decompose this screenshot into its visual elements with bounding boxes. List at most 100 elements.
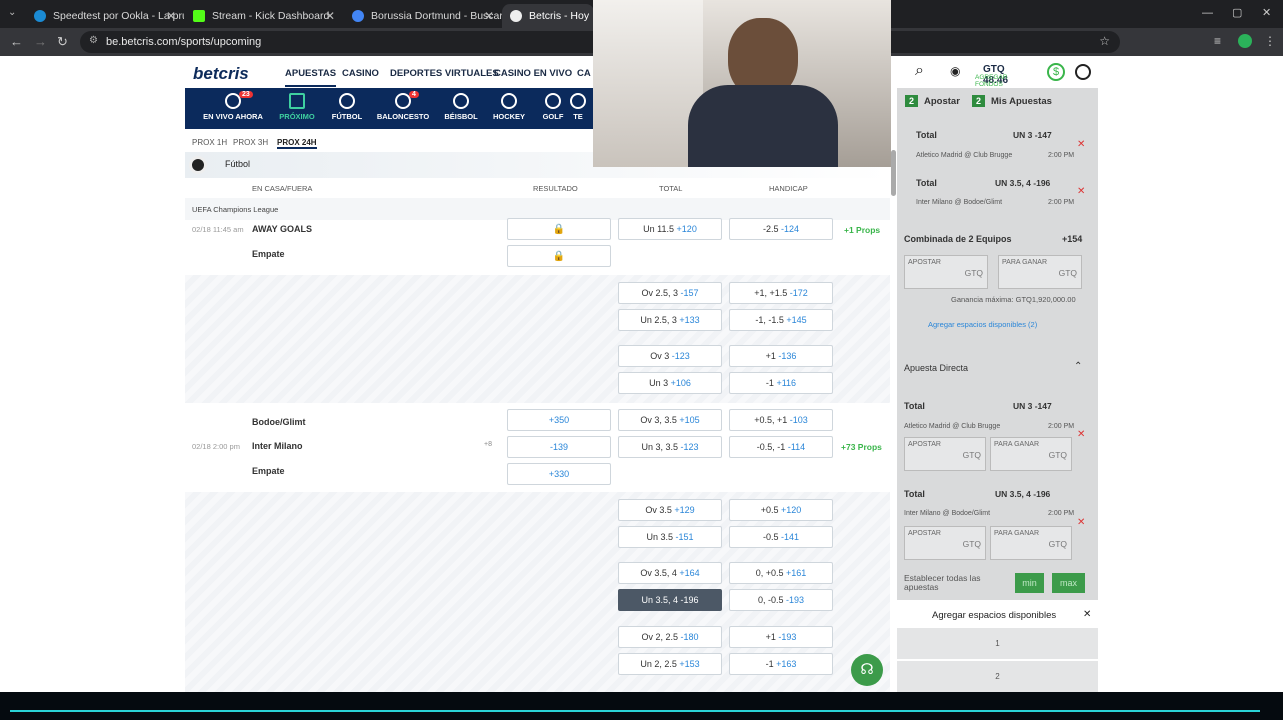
- stake-label: APOSTAR: [908, 530, 941, 537]
- account-icon[interactable]: [1075, 64, 1091, 80]
- leg-selection-dropdown[interactable]: UN 3.5, 4 -196: [995, 178, 1050, 188]
- close-window-icon[interactable]: ✕: [1262, 6, 1271, 19]
- close-tab-icon[interactable]: ✕: [325, 9, 335, 23]
- browser-tab-google[interactable]: Borussia Dortmund - Buscar co ✕: [344, 4, 502, 28]
- total-odds-button[interactable]: Ov 3, 3.5 +105: [618, 409, 722, 431]
- betcris-logo[interactable]: betcris: [193, 64, 249, 84]
- locked-odds-button[interactable]: 🔒: [507, 245, 611, 267]
- more-markets-count[interactable]: +8: [484, 441, 492, 448]
- stake-input[interactable]: APOSTAR GTQ: [904, 255, 988, 289]
- to-win-input[interactable]: PARA GANAR GTQ: [998, 255, 1082, 289]
- total-odds-button[interactable]: Ov 3 -123: [618, 345, 722, 367]
- browser-tab-speedtest[interactable]: Speedtest por Ookla - La prueb ✕: [26, 4, 184, 28]
- total-odds-button[interactable]: Un 3 +106: [618, 372, 722, 394]
- extensions-icon[interactable]: ≡: [1214, 34, 1221, 48]
- handicap-odds-button[interactable]: -1 +116: [729, 372, 833, 394]
- browser-tab-kick[interactable]: Stream - Kick Dashboard ✕: [185, 4, 343, 28]
- tab-mis-apuestas[interactable]: 2 Mis Apuestas: [972, 95, 1052, 107]
- tab-search-icon[interactable]: ⌄: [8, 7, 16, 18]
- forward-icon[interactable]: →: [34, 34, 47, 49]
- handicap-odds-button[interactable]: -0.5 -141: [729, 526, 833, 548]
- site-info-icon[interactable]: ⚙: [89, 35, 98, 46]
- handicap-odds-button[interactable]: -0.5, -1 -114: [729, 436, 833, 458]
- handicap-odds-button[interactable]: +1, +1.5 -172: [729, 282, 833, 304]
- menu-deportes-virtuales[interactable]: DEPORTES VIRTUALES: [390, 68, 499, 79]
- slot-option[interactable]: 2: [897, 661, 1098, 692]
- minimize-icon[interactable]: —: [1202, 7, 1213, 19]
- browser-tab-betcris[interactable]: Betcris - Hoy: [502, 4, 594, 28]
- stake-input[interactable]: APOSTAR GTQ: [904, 526, 986, 560]
- close-tab-icon[interactable]: ✕: [166, 9, 176, 23]
- handicap-odds-button[interactable]: -2.5 -124: [729, 218, 833, 240]
- profile-avatar[interactable]: [1238, 34, 1252, 48]
- tab-apostar[interactable]: 2 Apostar: [905, 95, 960, 107]
- result-odds-button[interactable]: +330: [507, 463, 611, 485]
- sport-baloncesto[interactable]: 4 BALONCESTO: [373, 91, 433, 121]
- result-odds-button[interactable]: +350: [507, 409, 611, 431]
- bookmark-star-icon[interactable]: ☆: [1099, 34, 1110, 48]
- menu-apuestas[interactable]: APUESTAS: [285, 68, 337, 87]
- page-scrollbar[interactable]: [891, 150, 896, 196]
- props-link[interactable]: +1 Props: [844, 225, 880, 235]
- to-win-input[interactable]: PARA GANAR GTQ: [990, 437, 1072, 471]
- handicap-odds-button[interactable]: +1 -193: [729, 626, 833, 648]
- total-odds-button[interactable]: Un 3.5 -151: [618, 526, 722, 548]
- max-button[interactable]: max: [1052, 573, 1085, 593]
- handicap-odds-button[interactable]: -1, -1.5 +145: [729, 309, 833, 331]
- close-tab-icon[interactable]: ✕: [484, 9, 494, 23]
- add-slots-link[interactable]: Agregar espacios disponibles (2): [928, 320, 1037, 329]
- stake-input[interactable]: APOSTAR GTQ: [904, 437, 986, 471]
- total-odds-button[interactable]: Ov 3.5, 4 +164: [618, 562, 722, 584]
- to-win-input[interactable]: PARA GANAR GTQ: [990, 526, 1072, 560]
- back-icon[interactable]: ←: [10, 34, 23, 49]
- sport-futbol[interactable]: FÚTBOL: [317, 93, 377, 121]
- total-odds-button[interactable]: Ov 2.5, 3 -157: [618, 282, 722, 304]
- total-odds-button[interactable]: Un 11.5 +120: [618, 218, 722, 240]
- handicap-odds-button[interactable]: 0, -0.5 -193: [729, 589, 833, 611]
- add-funds-link[interactable]: AGREGAR FONDOS: [975, 74, 1008, 88]
- props-link[interactable]: +73 Props: [841, 442, 882, 452]
- maximize-icon[interactable]: ▢: [1232, 6, 1242, 19]
- locked-odds-button[interactable]: 🔒: [507, 218, 611, 240]
- remove-leg-icon[interactable]: ✕: [1077, 429, 1085, 440]
- browser-menu-icon[interactable]: ⋮: [1264, 34, 1276, 48]
- direct-bet-header[interactable]: Apuesta Directa: [904, 363, 968, 373]
- hide-balance-icon[interactable]: ◉: [950, 64, 960, 78]
- total-odds-button[interactable]: Ov 2, 2.5 -180: [618, 626, 722, 648]
- sport-tenis[interactable]: TE: [563, 93, 593, 121]
- odds-value: +120: [781, 505, 802, 515]
- remove-leg-icon[interactable]: ✕: [1077, 517, 1085, 528]
- total-odds-button[interactable]: Un 2, 2.5 +153: [618, 653, 722, 675]
- calendar-icon: [289, 93, 305, 109]
- handicap-odds-button[interactable]: +1 -136: [729, 345, 833, 367]
- total-odds-button-selected[interactable]: Un 3.5, 4 -196: [618, 589, 722, 611]
- leg-selection-dropdown[interactable]: UN 3 -147: [1013, 401, 1052, 411]
- add-funds-icon[interactable]: $: [1047, 63, 1065, 81]
- handicap-odds-button[interactable]: -1 +163: [729, 653, 833, 675]
- close-icon[interactable]: ✕: [1083, 609, 1091, 620]
- remove-leg-icon[interactable]: ✕: [1077, 139, 1085, 150]
- menu-ca[interactable]: CA: [577, 68, 591, 79]
- support-chat-icon[interactable]: ☊: [851, 654, 883, 686]
- remove-leg-icon[interactable]: ✕: [1077, 186, 1085, 197]
- slot-option[interactable]: 1: [897, 628, 1098, 660]
- menu-casino-en-vivo[interactable]: CASINO EN VIVO: [494, 68, 572, 79]
- sport-en-vivo[interactable]: 23 EN VIVO AHORA: [203, 91, 263, 121]
- tab-prox-24h[interactable]: PROX 24H: [277, 138, 317, 149]
- handicap-odds-button[interactable]: +0.5 +120: [729, 499, 833, 521]
- result-odds-button[interactable]: -139: [507, 436, 611, 458]
- leg-selection-dropdown[interactable]: UN 3.5, 4 -196: [995, 489, 1050, 499]
- leg-selection-dropdown[interactable]: UN 3 -147: [1013, 130, 1052, 140]
- reload-icon[interactable]: ↻: [57, 34, 68, 50]
- tab-prox-1h[interactable]: PROX 1H: [192, 138, 227, 147]
- tab-prox-3h[interactable]: PROX 3H: [233, 138, 268, 147]
- search-icon[interactable]: ⌕: [915, 62, 924, 80]
- handicap-odds-button[interactable]: 0, +0.5 +161: [729, 562, 833, 584]
- total-odds-button[interactable]: Ov 3.5 +129: [618, 499, 722, 521]
- menu-casino[interactable]: CASINO: [342, 68, 379, 79]
- handicap-odds-button[interactable]: +0.5, +1 -103: [729, 409, 833, 431]
- min-button[interactable]: min: [1015, 573, 1044, 593]
- chevron-up-icon[interactable]: ⌃: [1074, 361, 1082, 372]
- total-odds-button[interactable]: Un 2.5, 3 +133: [618, 309, 722, 331]
- total-odds-button[interactable]: Un 3, 3.5 -123: [618, 436, 722, 458]
